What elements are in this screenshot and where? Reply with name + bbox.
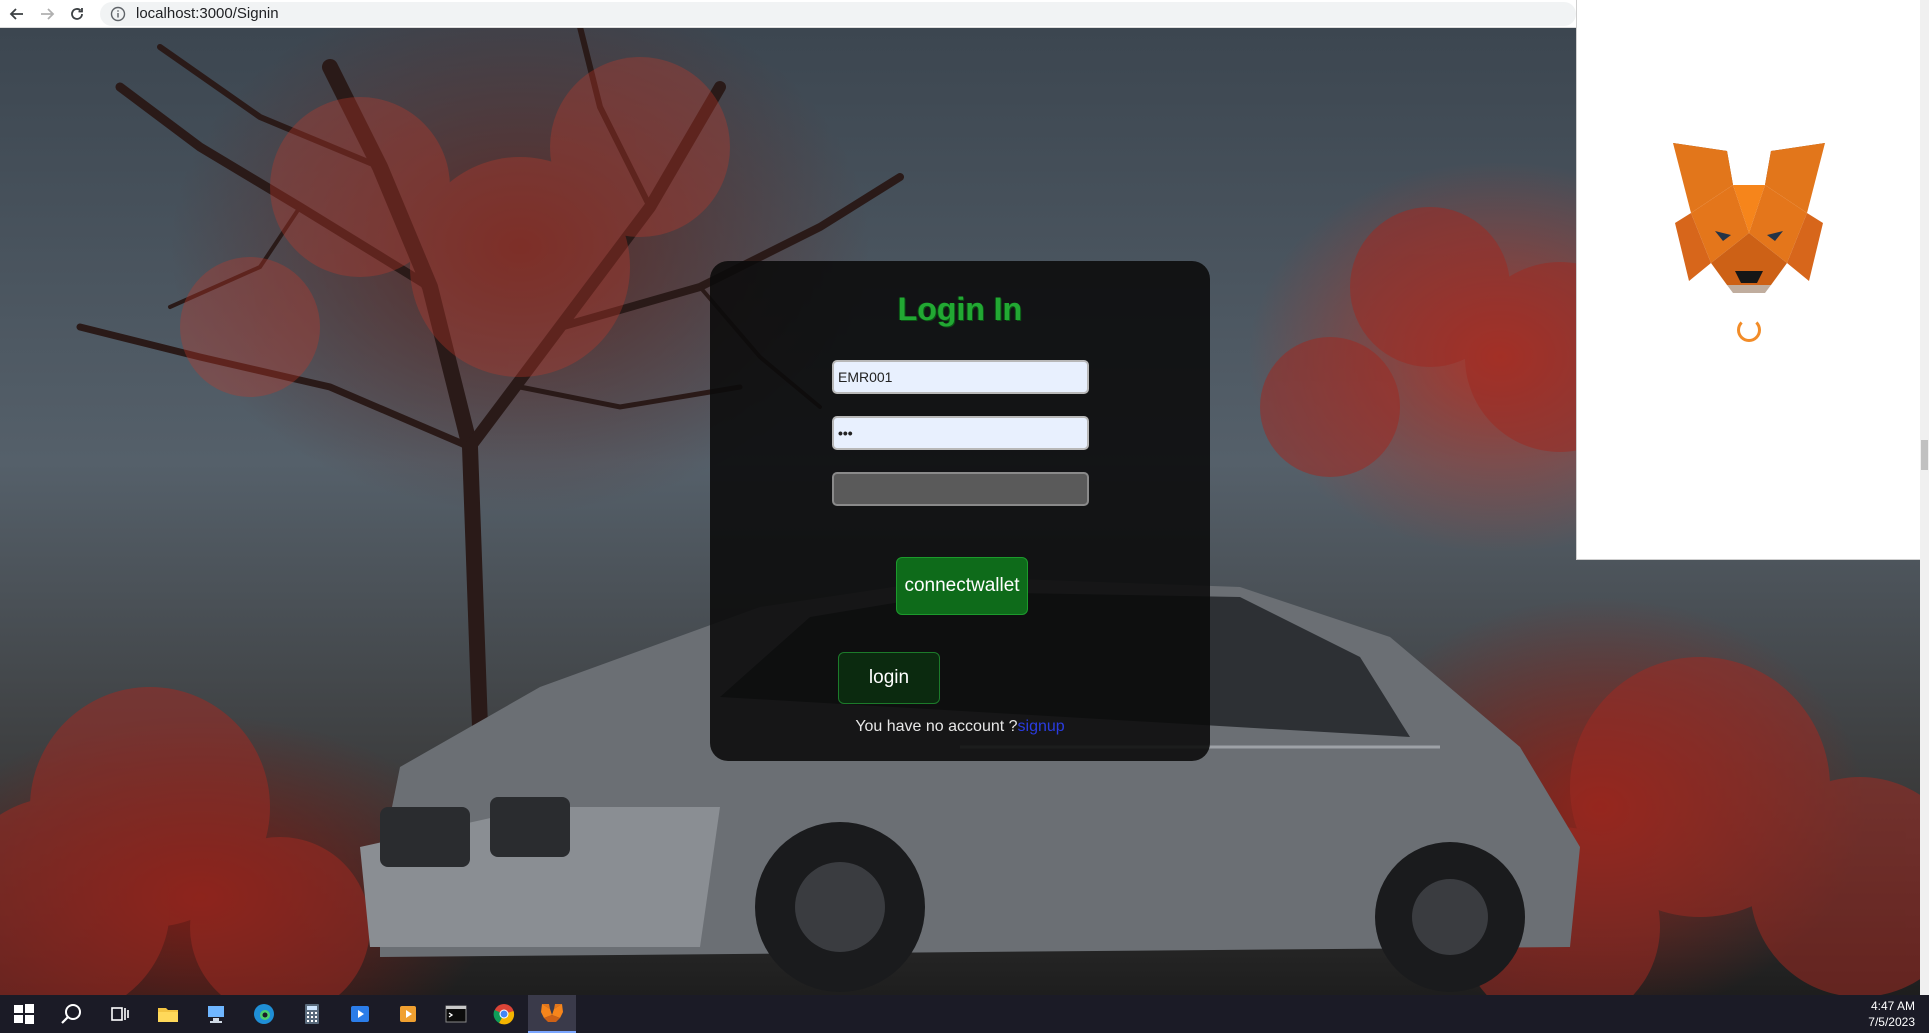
username-input[interactable] bbox=[832, 360, 1089, 394]
login-card: Login In connectwallet login You have no… bbox=[710, 261, 1210, 761]
search-button[interactable] bbox=[48, 995, 96, 1033]
media-player-button[interactable] bbox=[336, 995, 384, 1033]
clock-time: 4:47 AM bbox=[1870, 999, 1915, 1013]
chrome-icon bbox=[493, 1004, 515, 1025]
metamask-taskbar-button[interactable] bbox=[528, 995, 576, 1033]
back-button[interactable] bbox=[4, 3, 30, 25]
scrollbar-track[interactable] bbox=[1920, 0, 1929, 995]
login-title: Login In bbox=[897, 291, 1023, 327]
windows-start-icon bbox=[14, 1004, 34, 1024]
pc-button[interactable] bbox=[192, 995, 240, 1033]
edge-button[interactable] bbox=[240, 995, 288, 1033]
edge-icon bbox=[254, 1004, 274, 1024]
media-player-icon bbox=[351, 1006, 369, 1022]
video-icon bbox=[400, 1006, 416, 1022]
info-icon bbox=[110, 6, 126, 21]
calculator-button[interactable] bbox=[288, 995, 336, 1033]
back-arrow-icon bbox=[9, 7, 23, 20]
metamask-icon bbox=[541, 1004, 563, 1022]
scrollbar-thumb[interactable] bbox=[1921, 440, 1928, 470]
metamask-fox-icon bbox=[1673, 143, 1825, 293]
no-account-label: You have no account ? bbox=[855, 718, 1018, 735]
loading-spinner bbox=[1737, 318, 1761, 342]
connect-wallet-button[interactable]: connectwallet bbox=[896, 557, 1028, 615]
pc-icon bbox=[208, 1006, 224, 1023]
no-account-text: You have no account ?signup bbox=[710, 718, 1210, 736]
video-button[interactable] bbox=[384, 995, 432, 1033]
windows-start-button[interactable] bbox=[0, 995, 48, 1033]
forward-arrow-icon bbox=[41, 7, 55, 20]
url-text: localhost:3000/Signin bbox=[136, 5, 279, 22]
system-clock[interactable]: 4:47 AM 7/5/2023 bbox=[1868, 998, 1915, 1030]
search-icon bbox=[61, 1004, 81, 1024]
password-input[interactable] bbox=[832, 416, 1089, 450]
login-button[interactable]: login bbox=[838, 652, 940, 704]
task-view-button[interactable] bbox=[96, 995, 144, 1033]
url-field[interactable]: localhost:3000/Signin bbox=[100, 1, 1576, 26]
file-explorer-button[interactable] bbox=[144, 995, 192, 1033]
reload-icon bbox=[71, 7, 83, 20]
metamask-popup bbox=[1576, 0, 1921, 560]
calculator-icon bbox=[305, 1004, 319, 1024]
forward-button[interactable] bbox=[34, 3, 60, 25]
task-view-icon bbox=[111, 1007, 129, 1021]
file-explorer-icon bbox=[158, 1008, 178, 1022]
taskbar: 4:47 AM 7/5/2023 bbox=[0, 995, 1929, 1033]
clock-date: 7/5/2023 bbox=[1868, 1015, 1915, 1029]
third-input[interactable] bbox=[832, 472, 1089, 506]
terminal-icon bbox=[445, 1005, 467, 1023]
signup-link[interactable]: signup bbox=[1018, 718, 1065, 735]
terminal-button[interactable] bbox=[432, 995, 480, 1033]
browser-address-bar: localhost:3000/Signin bbox=[0, 0, 1576, 28]
reload-button[interactable] bbox=[64, 3, 90, 25]
chrome-button[interactable] bbox=[480, 995, 528, 1033]
